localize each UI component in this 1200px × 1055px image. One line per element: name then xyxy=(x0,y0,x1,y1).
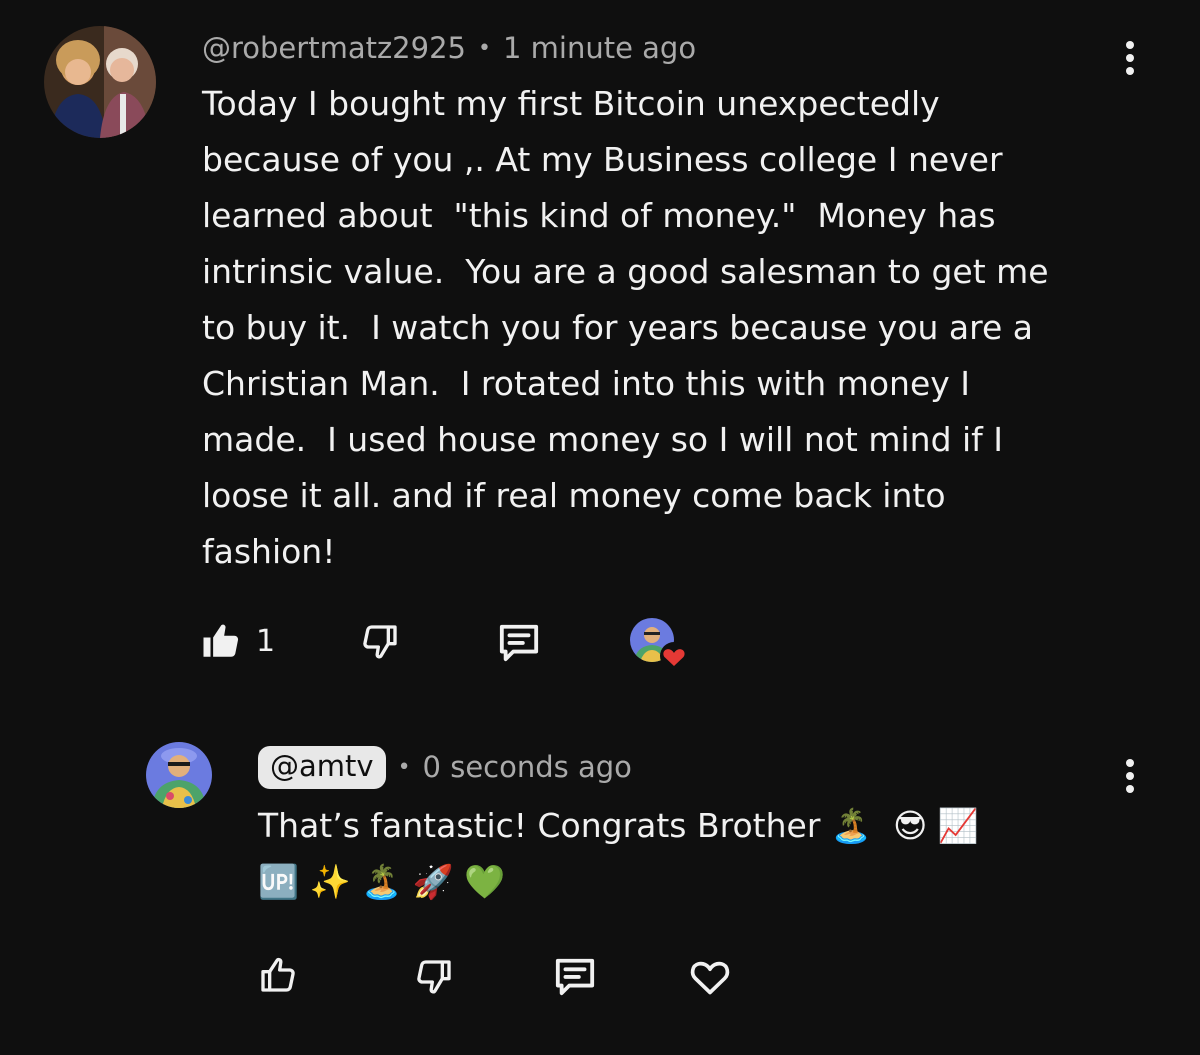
reply-author-chip[interactable]: @amtv xyxy=(258,745,386,789)
reply-header: @amtv • 0 seconds ago xyxy=(258,742,632,792)
comment-more-button[interactable] xyxy=(1115,36,1145,80)
more-vert-icon xyxy=(1126,41,1134,49)
reply-like-button[interactable] xyxy=(258,952,298,998)
more-vert-icon xyxy=(1126,759,1134,767)
reply-dislike-button[interactable] xyxy=(414,954,454,1000)
comment-icon xyxy=(499,624,539,662)
meta-separator: • xyxy=(397,754,411,780)
reply-time[interactable]: 0 seconds ago xyxy=(423,750,632,784)
comment-author[interactable]: @robertmatz2925 xyxy=(202,31,466,65)
like-count: 1 xyxy=(256,623,276,659)
thumbs-down-icon xyxy=(417,960,451,994)
thumbs-up-icon xyxy=(203,624,239,657)
like-button[interactable]: 1 xyxy=(200,616,275,666)
heart-icon xyxy=(690,961,730,995)
thumbs-up-icon xyxy=(261,957,295,992)
heart-icon xyxy=(660,642,688,670)
reply-more-button[interactable] xyxy=(1115,754,1145,798)
reply-button[interactable] xyxy=(496,620,542,664)
commenter-avatar[interactable] xyxy=(44,26,156,138)
reply-text: That’s fantastic! Congrats Brother 🏝️ 😎 … xyxy=(258,806,979,901)
reply-reply-button[interactable] xyxy=(552,954,598,998)
comment-icon xyxy=(555,958,595,996)
reply-thread: @amtv • 0 seconds ago That’s fantastic! … xyxy=(0,720,1200,1055)
comment-time[interactable]: 1 minute ago xyxy=(503,31,696,65)
comment-text: Today I bought my first Bitcoin unexpect… xyxy=(202,84,1049,571)
heart-button[interactable] xyxy=(688,954,732,998)
reply-avatar[interactable] xyxy=(146,742,212,808)
comment-thread: @robertmatz2925 • 1 minute ago Today I b… xyxy=(0,0,1200,700)
meta-separator: • xyxy=(478,35,491,61)
dislike-button[interactable] xyxy=(360,618,400,666)
comment-header: @robertmatz2925 • 1 minute ago xyxy=(202,26,696,70)
thumbs-down-icon xyxy=(363,625,397,659)
creator-heart-badge xyxy=(630,618,688,670)
